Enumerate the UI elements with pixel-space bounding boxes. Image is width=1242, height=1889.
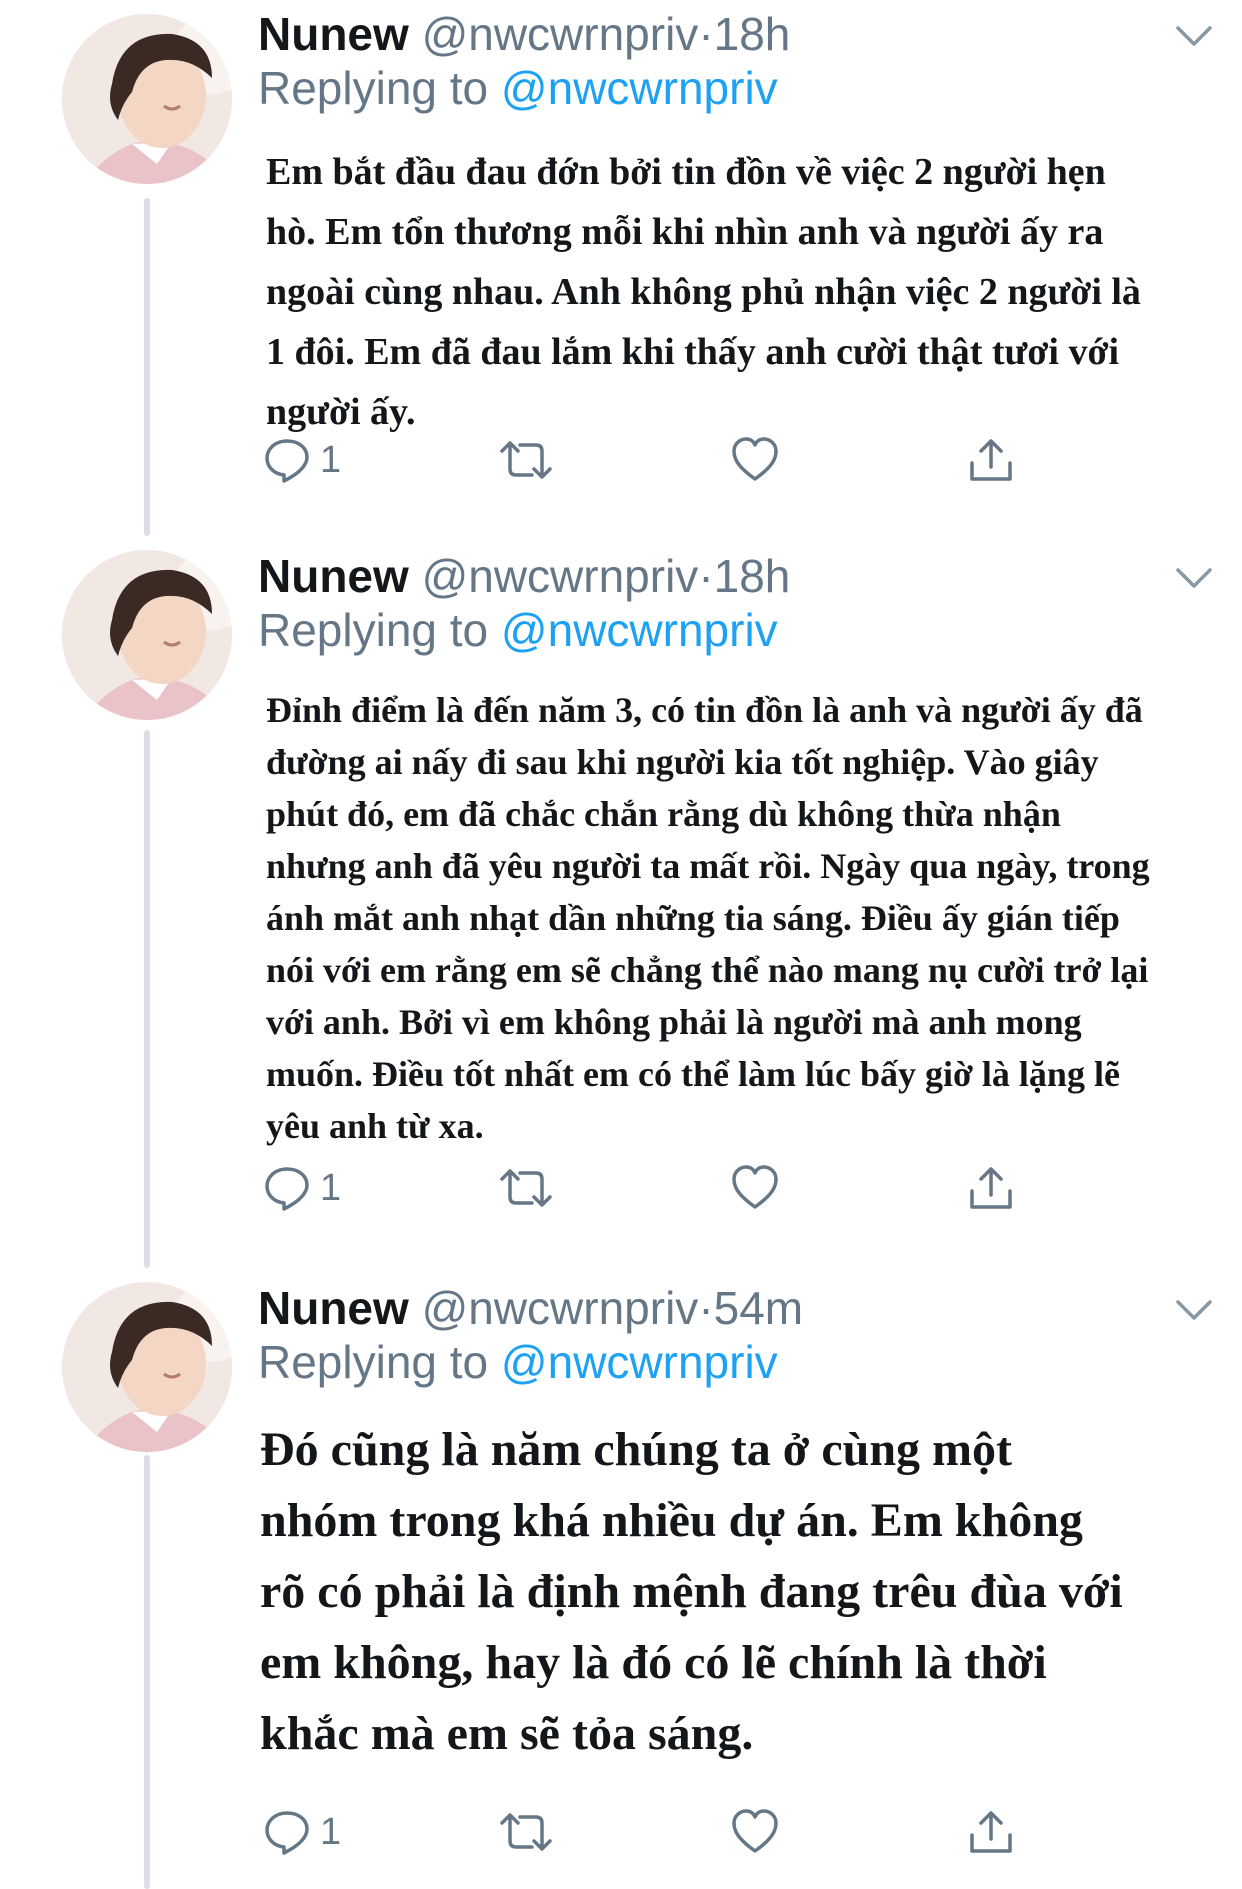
retweet-button[interactable] [496,1158,556,1218]
tweet-text: Đỉnh điểm là đến năm 3, có tin đồn là an… [266,690,1150,1146]
replying-to-label: Replying to [258,62,489,114]
tweet[interactable]: Nunew @nwcwrnpriv·18h Replying to @nwcwr… [0,0,1242,536]
username[interactable]: @nwcwrnpriv [422,1282,699,1334]
timestamp[interactable]: 54m [714,1282,803,1334]
replying-to: Replying to @nwcwrnpriv [258,602,778,658]
tweet-text: Em bắt đầu đau đớn bởi tin đồn về việc 2… [266,151,1141,433]
timestamp[interactable]: 18h [714,8,791,60]
reply-count: 1 [320,1166,342,1209]
replying-to-mention[interactable]: @nwcwrnpriv [501,604,778,656]
display-name[interactable]: Nunew [258,8,409,60]
avatar[interactable] [62,1282,232,1452]
replying-to: Replying to @nwcwrnpriv [258,1334,778,1390]
replying-to-label: Replying to [258,604,489,656]
retweet-icon [500,1813,552,1851]
share-button[interactable] [966,1802,1016,1862]
chevron-down-icon[interactable] [1174,564,1214,592]
reply-button[interactable]: 1 [262,430,341,490]
reply-icon [265,439,309,483]
display-name[interactable]: Nunew [258,550,409,602]
tweet[interactable]: Nunew @nwcwrnpriv·18h Replying to @nwcwr… [0,536,1242,1268]
heart-icon [732,1809,778,1853]
share-button[interactable] [966,430,1016,490]
avatar[interactable] [62,550,232,720]
chevron-down-icon[interactable] [1174,22,1214,50]
avatar-image [62,14,232,184]
like-button[interactable] [730,430,780,490]
separator: · [698,1282,714,1334]
separator: · [698,8,714,60]
tweet-header: Nunew @nwcwrnpriv·18h [258,6,790,62]
retweet-icon [500,1169,552,1207]
retweet-icon [500,441,552,479]
reply-icon [265,1811,309,1855]
avatar[interactable] [62,14,232,184]
replying-to: Replying to @nwcwrnpriv [258,60,778,116]
replying-to-mention[interactable]: @nwcwrnpriv [501,1336,778,1388]
tweet-header: Nunew @nwcwrnpriv·18h [258,548,790,604]
reply-button[interactable]: 1 [262,1158,341,1218]
like-button[interactable] [730,1158,780,1218]
reply-icon [265,1167,309,1211]
share-button[interactable] [966,1158,1016,1218]
tweet-actions: 1 [258,430,1058,490]
retweet-button[interactable] [496,430,556,490]
username[interactable]: @nwcwrnpriv [422,8,699,60]
tweet-text: Đó cũng là năm chúng ta ở cùng một nhóm … [260,1423,1123,1760]
retweet-button[interactable] [496,1802,556,1862]
heart-icon [732,1165,778,1209]
reply-count: 1 [320,1810,342,1853]
share-icon [970,439,1012,481]
tweet-header: Nunew @nwcwrnpriv·54m [258,1280,803,1336]
share-icon [970,1167,1012,1209]
display-name[interactable]: Nunew [258,1282,409,1334]
tweet[interactable]: Nunew @nwcwrnpriv·54m Replying to @nwcwr… [0,1268,1242,1889]
heart-icon [732,437,778,481]
replying-to-label: Replying to [258,1336,489,1388]
reply-count: 1 [320,438,342,481]
like-button[interactable] [730,1802,780,1862]
replying-to-mention[interactable]: @nwcwrnpriv [501,62,778,114]
avatar-image [62,1282,232,1452]
avatar-image [62,550,232,720]
tweet-actions: 1 [258,1158,1058,1218]
tweet-actions: 1 [258,1802,1058,1862]
username[interactable]: @nwcwrnpriv [422,550,699,602]
timestamp[interactable]: 18h [714,550,791,602]
separator: · [698,550,714,602]
reply-button[interactable]: 1 [262,1802,341,1862]
chevron-down-icon[interactable] [1174,1296,1214,1324]
share-icon [970,1811,1012,1853]
